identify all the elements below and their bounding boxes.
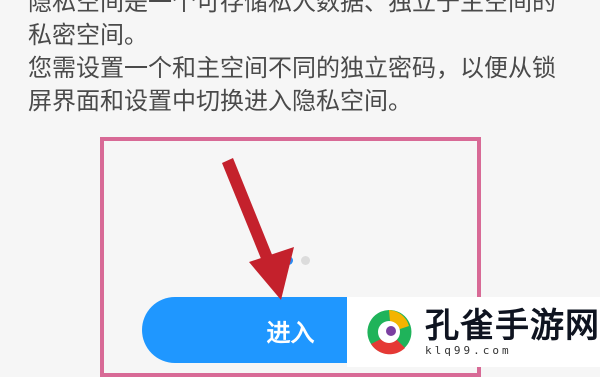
privacy-space-description: 隐私空间是一个可存储私人数据、独立于主空间的 私密空间。 您需设置一个和主空间不… [28, 0, 588, 118]
description-line-2: 私密空间。 [28, 21, 148, 49]
page-indicator [284, 256, 310, 265]
page-dot-active [284, 256, 293, 265]
watermark: 孔雀手游网 klq99.com [347, 297, 600, 367]
page-dot [301, 256, 310, 265]
description-line-4: 屏界面和设置中切换进入隐私空间。 [28, 87, 412, 115]
description-line-3: 您需设置一个和主空间不同的独立密码，以便从锁 [28, 54, 556, 82]
description-line-1: 隐私空间是一个可存储私人数据、独立于主空间的 [28, 0, 556, 16]
peacock-logo-icon [363, 306, 415, 358]
watermark-title: 孔雀手游网 [425, 305, 600, 346]
enter-button-label: 进入 [266, 318, 315, 347]
watermark-subtitle: klq99.com [425, 343, 512, 357]
